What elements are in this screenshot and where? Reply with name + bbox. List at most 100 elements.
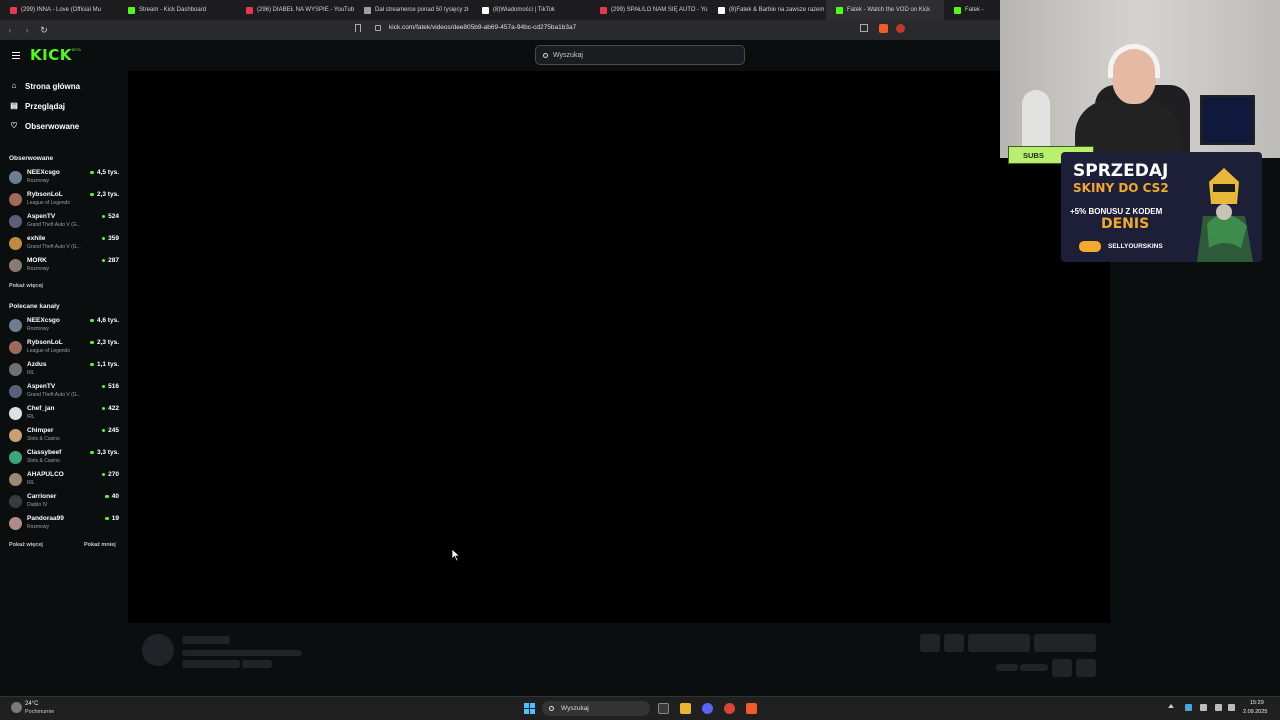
avatar <box>9 215 22 228</box>
brave-icon[interactable] <box>746 703 757 714</box>
channel-item[interactable]: NEEXcsgo Rozmowy 4,6 tys. <box>9 317 122 337</box>
channel-category: Rozmowy <box>27 524 49 530</box>
kick-logo[interactable]: KICK <box>30 46 72 64</box>
volume-icon[interactable] <box>1228 704 1235 711</box>
channel-item[interactable]: MORK Rozmowy 287 <box>9 257 122 277</box>
viewer-count-label: 422 <box>108 405 119 412</box>
live-dot-icon <box>105 494 109 499</box>
search-input[interactable]: Wyszukaj <box>535 45 745 65</box>
heart-icon: ♡ <box>10 121 18 130</box>
browser-tab[interactable]: (8)Wiadomości | TikTok <box>472 0 590 20</box>
live-dot-icon <box>101 406 106 411</box>
nav-browse-label: Przeglądaj <box>25 101 66 111</box>
live-dot-icon <box>90 340 94 345</box>
channel-name: MORK <box>27 257 47 264</box>
reload-icon[interactable]: ↻ <box>37 23 51 37</box>
channel-item[interactable]: Classybeef Slots & Casino 3,3 tys. <box>9 449 122 469</box>
windows-start-icon[interactable] <box>524 703 535 714</box>
channel-item[interactable]: RybsonLoL League of Legends 2,3 tys. <box>9 339 122 359</box>
channel-name: AspenTV <box>27 213 56 220</box>
nav-home[interactable]: ⌂ Strona główna <box>10 79 81 93</box>
clock-time[interactable]: 15:29 <box>1250 700 1264 706</box>
avatar <box>9 363 22 376</box>
channel-name: RybsonLoL <box>27 339 63 346</box>
avatar <box>9 259 22 272</box>
tray-expand-icon[interactable] <box>1168 704 1174 708</box>
channel-category: Rozmowy <box>27 326 49 332</box>
live-dot-icon <box>90 318 94 323</box>
viewer-count-label: 516 <box>108 383 119 390</box>
recommended-show-less[interactable]: Pokaż mniej <box>84 542 116 548</box>
browser-tab[interactable]: Fatek - Watch the VOD on Kick <box>826 0 944 20</box>
browser-tab-label: (299) SPAŁ/LO NAM SIĘ AUTO - Yo <box>611 7 708 13</box>
avatar <box>9 407 22 420</box>
channel-category: Diablo IV <box>27 502 48 508</box>
brave-shields-icon[interactable] <box>879 24 888 33</box>
tray-app-icon[interactable] <box>1185 704 1192 711</box>
stat-skeleton-1 <box>996 664 1018 671</box>
mic-icon[interactable] <box>1200 704 1207 711</box>
recommended-show-more[interactable]: Pokaż więcej <box>9 542 43 548</box>
forward-icon[interactable]: › <box>20 23 34 37</box>
discord-icon[interactable] <box>702 703 713 714</box>
share-icon[interactable] <box>860 24 868 32</box>
avatar <box>9 517 22 530</box>
channel-item[interactable]: Carrioner Diablo IV 40 <box>9 493 122 513</box>
avatar <box>9 193 22 206</box>
live-dot-icon <box>90 450 94 455</box>
address-bar[interactable]: kick.com/fatek/videos/dee805b9-ab69-457a… <box>389 24 576 31</box>
channel-category: League of Legends <box>27 348 70 354</box>
viewer-count: 270 <box>101 471 119 478</box>
channel-item[interactable]: NEEXcsgo Rozmowy 4,5 tys. <box>9 169 122 189</box>
channel-item[interactable]: Azdus IRL 1,1 tys. <box>9 361 122 381</box>
channel-item[interactable]: AspenTV Grand Theft Auto V (G... 524 <box>9 213 122 233</box>
channel-item[interactable]: Pandoraa99 Rozmowy 19 <box>9 515 122 535</box>
browser-tab[interactable]: (299) SPAŁ/LO NAM SIĘ AUTO - Yo <box>590 0 708 20</box>
nav-browse[interactable]: ▤ Przeglądaj <box>10 99 65 113</box>
channel-category: IRL <box>27 370 35 376</box>
live-dot-icon <box>105 516 109 521</box>
nav-following[interactable]: ♡ Obserwowane <box>10 119 79 133</box>
browser-tab-label: Dał streamerce ponad 50 tysięcy zł <box>375 7 469 13</box>
file-explorer-icon[interactable] <box>680 703 691 714</box>
channel-item[interactable]: Chimper Slots & Casino 245 <box>9 427 122 447</box>
followed-show-more[interactable]: Pokaż więcej <box>9 283 43 289</box>
task-view-icon[interactable] <box>658 703 669 714</box>
avatar <box>9 171 22 184</box>
promo-brand: SELLYOURSKINS <box>1108 243 1163 250</box>
avatar <box>9 451 22 464</box>
back-icon[interactable]: ‹ <box>3 23 17 37</box>
viewer-count-label: 359 <box>108 235 119 242</box>
live-dot-icon <box>90 170 94 175</box>
chrome-icon[interactable] <box>724 703 735 714</box>
network-icon[interactable] <box>1215 704 1222 711</box>
viewer-count-label: 2,3 tys. <box>96 191 119 198</box>
channel-category: Grand Theft Auto V (G... <box>27 392 81 398</box>
channel-item[interactable]: exhile Grand Theft Auto V (G... 359 <box>9 235 122 255</box>
weather-icon[interactable] <box>11 702 22 713</box>
channel-name: Carrioner <box>27 493 57 500</box>
browser-tab[interactable]: (299) INNA - Love (Official Mu <box>0 0 118 20</box>
channel-name: RybsonLoL <box>27 191 63 198</box>
menu-icon[interactable] <box>12 52 20 59</box>
channel-item[interactable]: AspenTV Grand Theft Auto V (G... 516 <box>9 383 122 403</box>
viewer-count: 359 <box>101 235 119 242</box>
channel-item[interactable]: RybsonLoL League of Legends 2,3 tys. <box>9 191 122 211</box>
browser-tab[interactable]: (8)Fatek & Barbie na zawsze razem <box>708 0 826 20</box>
rewards-icon[interactable] <box>896 24 905 33</box>
subs-label: SUBS <box>1023 151 1044 160</box>
taskbar-search[interactable]: Wyszukaj <box>542 701 650 716</box>
channel-name: Azdus <box>27 361 47 368</box>
browser-tab[interactable]: (296) DIABEŁ NA WYSPIE - YouTub <box>236 0 354 20</box>
kick-icon <box>128 6 135 14</box>
browser-tab[interactable]: Dał streamerce ponad 50 tysięcy zł <box>354 0 472 20</box>
promo-banner: SPRZEDAJ SKINY DO CS2 +5% BONUSU Z KODEM… <box>1061 152 1262 262</box>
clock-date[interactable]: 2.09.2025 <box>1243 709 1267 715</box>
browser-tab[interactable]: Stream - Kick Dashboard <box>118 0 236 20</box>
channel-item[interactable]: Chef_jan IRL 422 <box>9 405 122 425</box>
channel-item[interactable]: AHAPULCO IRL 270 <box>9 471 122 491</box>
video-player[interactable] <box>128 71 1110 623</box>
taskbar-search-label: Wyszukaj <box>561 705 589 712</box>
browser-tab[interactable]: Fatek - Watch <box>944 0 984 20</box>
bookmark-icon[interactable] <box>355 24 361 32</box>
